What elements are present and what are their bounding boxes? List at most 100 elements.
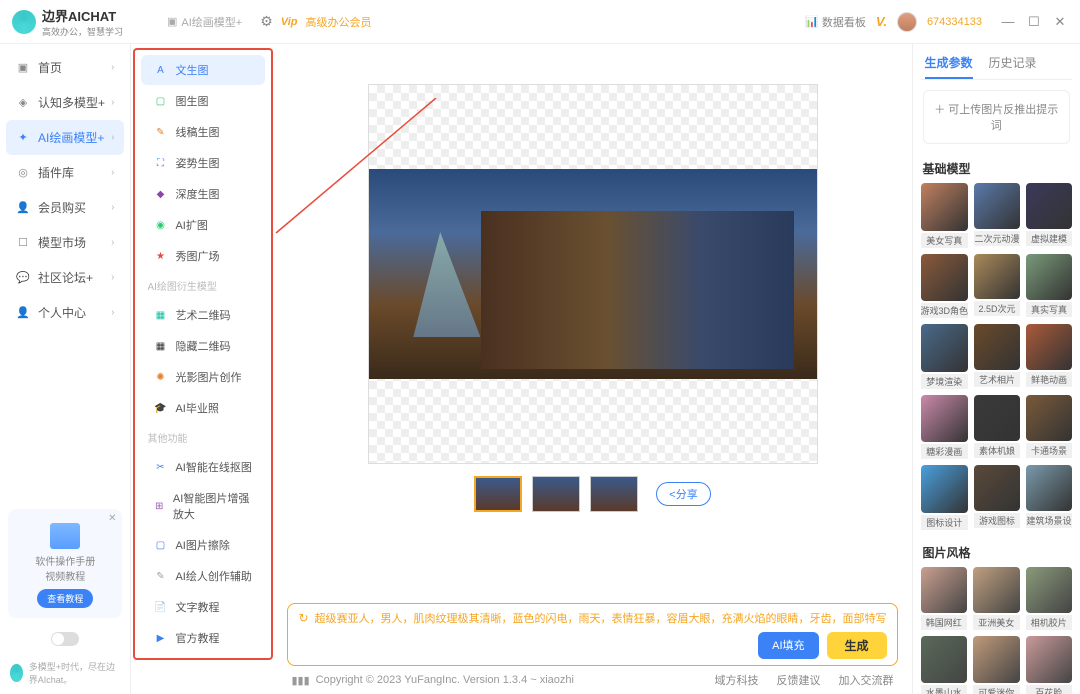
submenu-item[interactable]: ▦艺术二维码 bbox=[141, 300, 265, 330]
submenu-item[interactable]: ✎线稿生图 bbox=[141, 117, 265, 147]
footer-link[interactable]: 反馈建议 bbox=[777, 672, 821, 688]
model-card[interactable]: 艺术相片 bbox=[974, 324, 1020, 389]
tab-gen-params[interactable]: 生成参数 bbox=[925, 54, 973, 79]
generate-button[interactable]: 生成 bbox=[827, 632, 887, 659]
right-tabs: 生成参数 历史记录 bbox=[921, 50, 1072, 80]
nav-item-0[interactable]: ▣首页› bbox=[6, 50, 124, 85]
submenu-icon: 📄 bbox=[153, 600, 167, 614]
generated-image[interactable] bbox=[369, 169, 817, 379]
minimize-button[interactable]: — bbox=[1000, 14, 1016, 30]
model-card[interactable]: 美女写真 bbox=[921, 183, 969, 248]
submenu-item[interactable]: A文生图 bbox=[141, 55, 265, 85]
vip-badge[interactable]: Vip bbox=[281, 16, 298, 28]
submenu-item[interactable]: ★秀图广场 bbox=[141, 241, 265, 271]
style-card[interactable]: 水墨山水 bbox=[921, 636, 967, 694]
submenu-item[interactable]: 📄文字教程 bbox=[141, 592, 265, 622]
footer-bar: ▮▮▮ Copyright © 2023 YuFangInc. Version … bbox=[287, 666, 897, 690]
model-thumb bbox=[1026, 254, 1072, 300]
maximize-button[interactable]: ☐ bbox=[1026, 14, 1042, 30]
model-label: 素体机娘 bbox=[974, 443, 1020, 458]
share-button[interactable]: <分享 bbox=[656, 482, 710, 506]
nav-icon: 💬 bbox=[16, 271, 30, 285]
nav-item-5[interactable]: ☐模型市场› bbox=[6, 225, 124, 260]
style-label: 韩国网红 bbox=[921, 615, 967, 630]
vip-icon[interactable]: V. bbox=[876, 14, 887, 29]
submenu-item[interactable]: ⛶姿势生图 bbox=[141, 148, 265, 178]
style-card[interactable]: 百花脸 bbox=[1026, 636, 1072, 694]
submenu-item[interactable]: ▢AI图片擦除 bbox=[141, 530, 265, 560]
style-card[interactable]: 亚洲美女 bbox=[973, 567, 1019, 630]
promo-close-icon[interactable]: ✕ bbox=[108, 513, 116, 524]
tab-history[interactable]: 历史记录 bbox=[989, 54, 1037, 79]
submenu-item[interactable]: 🎓AI毕业照 bbox=[141, 393, 265, 423]
submenu-item[interactable]: ⊞AI智能图片增强放大 bbox=[141, 483, 265, 529]
data-board-link[interactable]: 📊 数据看板 bbox=[805, 14, 866, 30]
style-card[interactable]: 韩国网红 bbox=[921, 567, 967, 630]
style-card[interactable]: 可爱迷你 bbox=[973, 636, 1019, 694]
model-card[interactable]: 虚拟建模 bbox=[1026, 183, 1072, 248]
submenu-item[interactable]: ▶官方教程 bbox=[141, 623, 265, 653]
upload-reverse-prompt[interactable]: ＋ 可上传图片反推出提示词 bbox=[923, 90, 1070, 144]
model-label: 图标设计 bbox=[921, 515, 969, 530]
promo-button[interactable]: 查看教程 bbox=[37, 589, 93, 608]
model-card[interactable]: 梦境渲染 bbox=[921, 324, 969, 389]
submenu-item[interactable]: ✂AI智能在线抠图 bbox=[141, 452, 265, 482]
model-card[interactable]: 建筑场景设 bbox=[1026, 465, 1072, 530]
model-card[interactable]: 2.5D次元 bbox=[974, 254, 1020, 319]
submenu-group-label: AI绘图衍生模型 bbox=[135, 272, 271, 299]
footer-logo-icon bbox=[10, 664, 23, 682]
model-card[interactable]: 鲜艳动画 bbox=[1026, 324, 1072, 389]
model-label: 美女写真 bbox=[921, 233, 969, 248]
submenu-item[interactable]: ▦隐藏二维码 bbox=[141, 331, 265, 361]
model-card[interactable]: 二次元动漫 bbox=[974, 183, 1020, 248]
thumbnail-2[interactable] bbox=[532, 476, 580, 512]
model-thumb bbox=[921, 465, 969, 513]
stats-icon: ▮▮▮ bbox=[291, 674, 309, 687]
chevron-right-icon: › bbox=[111, 167, 114, 178]
nav-item-3[interactable]: ◎插件库› bbox=[6, 155, 124, 190]
nav-item-2[interactable]: ✦AI绘画模型+› bbox=[6, 120, 124, 155]
model-card[interactable]: 游戏图标 bbox=[974, 465, 1020, 530]
nav-item-1[interactable]: ◈认知多模型+› bbox=[6, 85, 124, 120]
chevron-right-icon: › bbox=[111, 202, 114, 213]
submenu-item[interactable]: ◆深度生图 bbox=[141, 179, 265, 209]
nav-icon: ◈ bbox=[16, 96, 30, 110]
user-avatar[interactable] bbox=[897, 12, 917, 32]
nav-item-7[interactable]: 👤个人中心› bbox=[6, 295, 124, 330]
model-card[interactable]: 素体机娘 bbox=[974, 395, 1020, 460]
app-title: 边界AICHAT bbox=[42, 6, 123, 25]
model-card[interactable]: 糖彩漫画 bbox=[921, 395, 969, 460]
style-card[interactable]: 相机胶片 bbox=[1026, 567, 1072, 630]
refresh-icon[interactable]: ↻ bbox=[298, 611, 308, 625]
close-button[interactable]: ✕ bbox=[1052, 14, 1068, 30]
user-id[interactable]: 674334133 bbox=[927, 16, 982, 28]
model-card[interactable]: 卡通场景 bbox=[1026, 395, 1072, 460]
nav-item-4[interactable]: 👤会员购买› bbox=[6, 190, 124, 225]
model-card[interactable]: 真实写真 bbox=[1026, 254, 1072, 319]
nav-item-6[interactable]: 💬社区论坛+› bbox=[6, 260, 124, 295]
submenu-icon: ◉ bbox=[153, 218, 167, 232]
model-card[interactable]: 图标设计 bbox=[921, 465, 969, 530]
submenu-item[interactable]: ▢图生图 bbox=[141, 86, 265, 116]
submenu-item[interactable]: ✎AI绘人创作辅助 bbox=[141, 561, 265, 591]
submenu-group-label: 其他功能 bbox=[135, 424, 271, 451]
settings-icon[interactable]: ⚙ bbox=[260, 13, 273, 30]
model-thumb bbox=[1026, 465, 1072, 511]
style-thumb bbox=[1026, 636, 1072, 682]
prompt-sample-text[interactable]: 超级赛亚人，男人，肌肉纹理极其清晰，蓝色的闪电，雨天，表情狂暴，容眉大眼，充满火… bbox=[315, 610, 887, 626]
submenu-item[interactable]: ◉AI扩图 bbox=[141, 210, 265, 240]
logo-area: 边界AICHAT 高效办公，智慧学习 bbox=[12, 6, 157, 38]
thumbnail-3[interactable] bbox=[590, 476, 638, 512]
premium-link[interactable]: 高级办公会员 bbox=[306, 14, 372, 30]
chevron-right-icon: › bbox=[111, 272, 114, 283]
footer-link[interactable]: 域方科技 bbox=[715, 672, 759, 688]
footer-link[interactable]: 加入交流群 bbox=[839, 672, 894, 688]
submenu-icon: ✂ bbox=[153, 460, 167, 474]
submenu-item[interactable]: ✺光影图片创作 bbox=[141, 362, 265, 392]
theme-toggle[interactable] bbox=[51, 632, 79, 646]
style-label: 百花脸 bbox=[1026, 685, 1072, 694]
thumbnail-1[interactable] bbox=[474, 476, 522, 512]
submenu-icon: ▦ bbox=[153, 339, 167, 353]
model-card[interactable]: 游戏3D角色 bbox=[921, 254, 969, 319]
ai-fill-button[interactable]: AI填充 bbox=[758, 632, 818, 659]
